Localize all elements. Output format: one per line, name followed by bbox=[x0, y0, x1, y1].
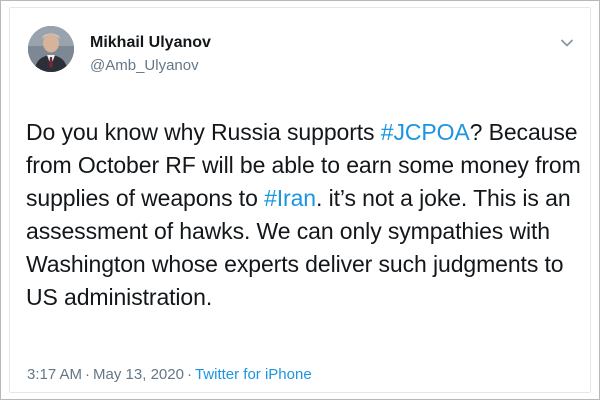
tweet-text-line: supplies of weapons to #Iran. it’s not a… bbox=[26, 182, 586, 215]
screenshot-frame: Mikhail Ulyanov @Amb_Ulyanov Do you know… bbox=[0, 0, 600, 400]
tweet-text-line: assessment of hawks. We can only sympath… bbox=[26, 218, 550, 244]
text-segment: Do you know why Russia supports bbox=[26, 119, 381, 145]
meta-separator: · bbox=[85, 366, 91, 383]
text-segment: supplies of weapons to bbox=[26, 185, 265, 211]
avatar[interactable] bbox=[28, 26, 74, 72]
text-segment: ? Because bbox=[469, 119, 578, 145]
tweet-text: Do you know why Russia supports #JCPOA? … bbox=[26, 116, 586, 314]
chevron-down-icon[interactable] bbox=[558, 34, 576, 52]
tweet-text-line: US administration. bbox=[26, 284, 213, 310]
meta-separator: · bbox=[186, 366, 192, 383]
tweet-time[interactable]: 3:17 AM bbox=[27, 366, 82, 383]
hashtag-link[interactable]: #Iran bbox=[264, 185, 316, 211]
avatar-image bbox=[28, 26, 74, 72]
tweet-text-line: Washington whose experts deliver such ju… bbox=[26, 251, 564, 277]
hashtag-link[interactable]: #JCPOA bbox=[381, 119, 470, 145]
tweet-meta: 3:17 AM · May 13, 2020 · Twitter for iPhone bbox=[27, 366, 312, 384]
tweet-text-line: from October RF will be able to earn som… bbox=[26, 152, 581, 178]
tweet-date[interactable]: May 13, 2020 bbox=[93, 366, 184, 383]
text-segment: . it’s not a joke. This is an bbox=[316, 185, 571, 211]
author-handle[interactable]: @Amb_Ulyanov bbox=[90, 57, 199, 75]
tweet-source-link[interactable]: Twitter for iPhone bbox=[195, 366, 312, 383]
author-name[interactable]: Mikhail Ulyanov bbox=[90, 34, 211, 52]
tweet-text-line: Do you know why Russia supports #JCPOA? … bbox=[26, 116, 586, 149]
tweet-card: Mikhail Ulyanov @Amb_Ulyanov Do you know… bbox=[9, 7, 591, 393]
